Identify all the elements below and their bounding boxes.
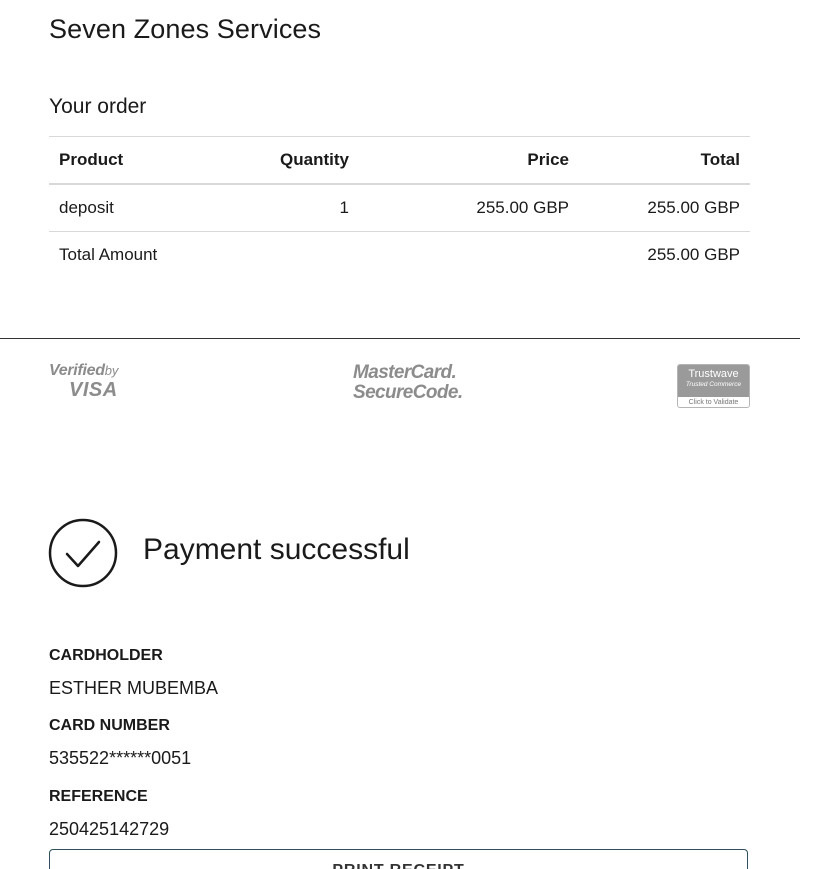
column-header-total: Total bbox=[700, 150, 740, 169]
item-product: deposit bbox=[59, 198, 114, 217]
order-table: Product Quantity Price Total deposit 1 2… bbox=[49, 136, 750, 278]
card-number-label: CARD NUMBER bbox=[49, 717, 170, 734]
column-header-price: Price bbox=[527, 150, 569, 169]
payment-status: Payment successful bbox=[143, 533, 410, 566]
trustwave-name: Trustwave bbox=[688, 368, 739, 380]
total-amount-label: Total Amount bbox=[59, 245, 158, 264]
section-divider bbox=[0, 338, 800, 339]
mastercard-logo-line1: MasterCard. bbox=[353, 362, 457, 383]
cardholder-value: ESTHER MUBEMBA bbox=[49, 678, 219, 698]
reference-label: REFERENCE bbox=[49, 788, 148, 805]
total-row: Total Amount 255.00 GBP bbox=[49, 232, 750, 279]
card-number-value: 535522******0051 bbox=[49, 748, 192, 768]
mastercard-logo-line2: SecureCode. bbox=[353, 382, 463, 403]
visa-logo-by: by bbox=[104, 363, 119, 378]
column-header-product: Product bbox=[59, 150, 124, 169]
trustwave-seal[interactable]: Trustwave Trusted Commerce Click to Vali… bbox=[677, 364, 750, 408]
trustwave-subtitle: Trusted Commerce bbox=[685, 381, 742, 388]
item-price: 255.00 GBP bbox=[476, 198, 569, 217]
print-receipt-button[interactable]: PRINT RECEIPT bbox=[49, 849, 748, 869]
trustwave-validate-link[interactable]: Click to Validate bbox=[678, 397, 749, 407]
visa-logo-line2: VISA bbox=[69, 379, 118, 401]
table-header-row: Product Quantity Price Total bbox=[49, 136, 750, 184]
reference-value: 250425142729 bbox=[49, 819, 170, 839]
column-header-quantity: Quantity bbox=[280, 150, 349, 169]
table-row: deposit 1 255.00 GBP 255.00 GBP bbox=[49, 184, 750, 232]
merchant-name: Seven Zones Services bbox=[49, 14, 322, 44]
verified-by-visa-logo: Verifiedby VISA bbox=[49, 363, 149, 403]
mastercard-securecode-logo: MasterCard. SecureCode. bbox=[353, 363, 463, 403]
cardholder-label: CARDHOLDER bbox=[49, 647, 163, 664]
visa-logo-line1: Verified bbox=[49, 362, 105, 379]
order-heading: Your order bbox=[49, 95, 147, 118]
total-amount-value: 255.00 GBP bbox=[647, 245, 740, 264]
item-total: 255.00 GBP bbox=[647, 198, 740, 217]
payment-page: Seven Zones Services Your order Product … bbox=[0, 0, 821, 869]
checkmark-circle-icon bbox=[48, 518, 118, 588]
item-quantity: 1 bbox=[339, 198, 349, 217]
